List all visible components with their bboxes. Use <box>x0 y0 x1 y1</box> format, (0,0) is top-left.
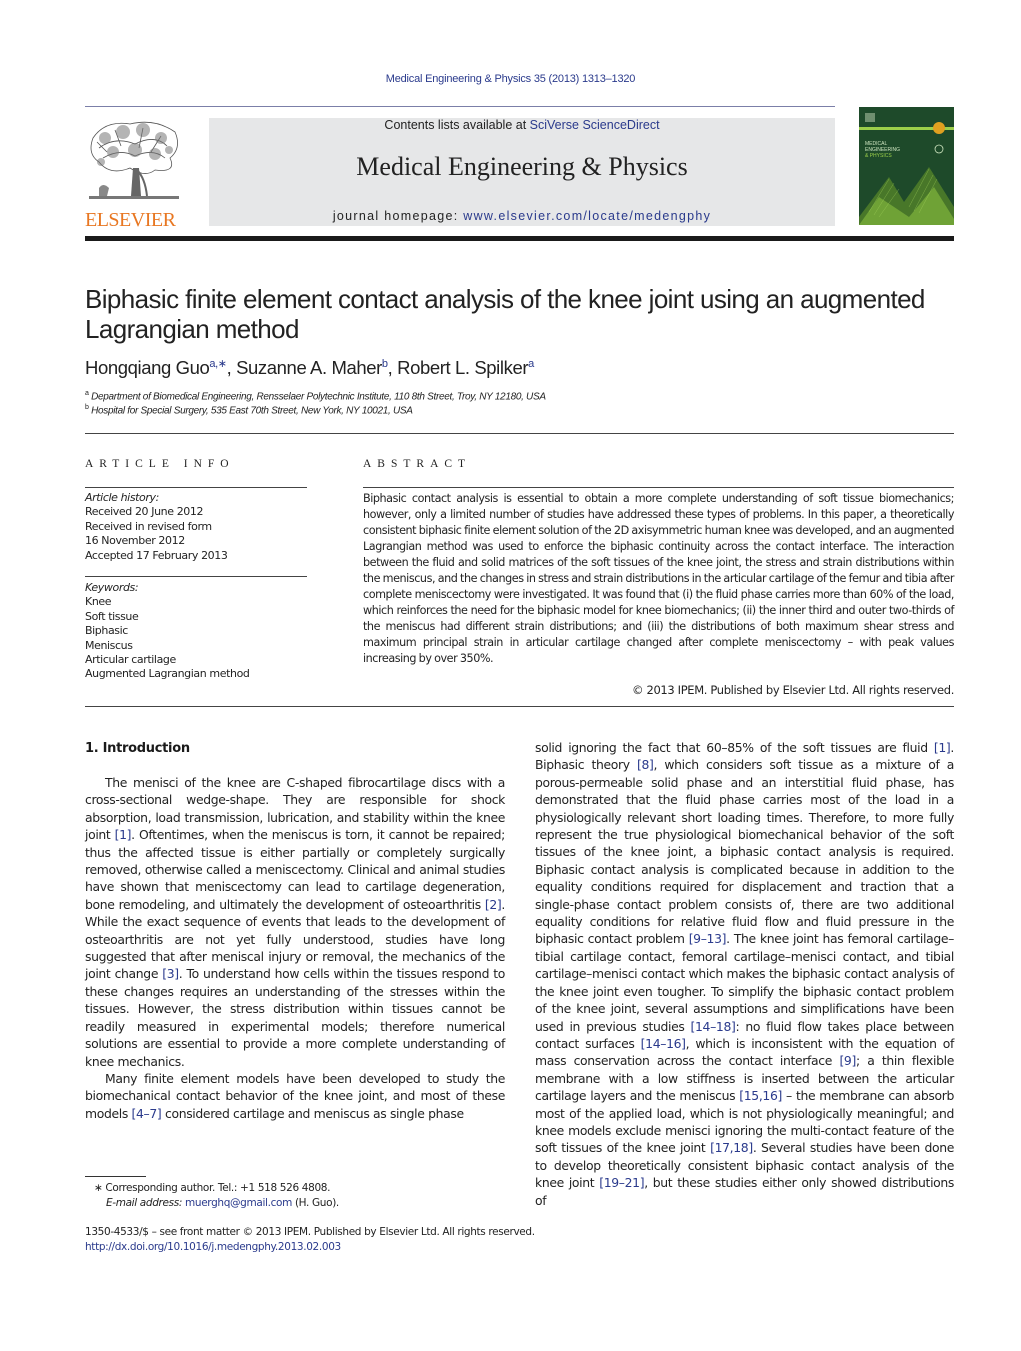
footnotes: ∗ Corresponding author. Tel.: +1 518 526… <box>85 1181 525 1211</box>
elsevier-tree-icon <box>85 118 183 206</box>
doi-link[interactable]: http://dx.doi.org/10.1016/j.medengphy.20… <box>85 1240 585 1255</box>
keyword-item: Soft tissue <box>85 609 139 623</box>
keywords-label: Keywords: <box>85 581 139 594</box>
citation-link[interactable]: [14–16] <box>641 1036 686 1051</box>
body-column-right: solid ignoring the fact that 60–85% of t… <box>535 739 954 1209</box>
keyword-item: Meniscus <box>85 638 133 652</box>
email-link[interactable]: muerghq@gmail.com <box>185 1197 292 1209</box>
abstract-copyright: © 2013 IPEM. Published by Elsevier Ltd. … <box>632 683 954 697</box>
affiliation-mark: a <box>85 390 89 397</box>
author-marks[interactable]: b <box>382 358 388 370</box>
citation-link[interactable]: [14–18] <box>691 1019 736 1034</box>
header-divider <box>85 106 835 107</box>
citation-link[interactable]: [8] <box>637 757 654 772</box>
contents-prefix: Contents lists available at <box>384 118 530 132</box>
citation-link[interactable]: [1] <box>115 827 132 842</box>
affiliation-text: Department of Biomedical Engineering, Re… <box>91 391 546 403</box>
divider <box>85 576 307 577</box>
footnote-divider <box>85 1176 146 1177</box>
email-note: E-mail address: muerghq@gmail.com (H. Gu… <box>85 1196 525 1211</box>
paragraph-text: . Oftentimes, when the meniscus is torn,… <box>85 827 505 912</box>
paragraph: The menisci of the knee are C-shaped fib… <box>85 774 505 1070</box>
section-heading-introduction: 1. Introduction <box>85 741 190 756</box>
citation-link[interactable]: [2] <box>485 897 502 912</box>
citation-link[interactable]: [9] <box>839 1053 856 1068</box>
divider <box>363 487 954 488</box>
keywords: Keywords: Knee Soft tissue Biphasic Meni… <box>85 581 310 682</box>
paragraph-text: considered cartilage and meniscus as sin… <box>161 1105 464 1121</box>
affiliation-b: b Hospital for Special Surgery, 535 East… <box>85 404 413 416</box>
divider <box>85 433 954 434</box>
elsevier-logo[interactable]: ELSEVIER <box>85 118 185 231</box>
issn-line: 1350-4533/$ – see front matter © 2013 IP… <box>85 1226 535 1238</box>
history-item: Accepted 17 February 2013 <box>85 548 228 562</box>
citation-link[interactable]: [17,18] <box>710 1140 753 1155</box>
header-thick-divider <box>85 236 954 241</box>
author-marks[interactable]: a,∗ <box>209 358 227 370</box>
history-item: 16 November 2012 <box>85 534 185 548</box>
contents-line: Contents lists available at SciVerse Sci… <box>209 118 835 132</box>
divider <box>85 487 307 488</box>
cover-artwork-icon: MEDICAL ENGINEERING & PHYSICS <box>859 107 954 225</box>
paragraph-text: solid ignoring the fact that 60–85% of t… <box>535 740 934 755</box>
abstract-heading: ABSTRACT <box>363 458 472 470</box>
history-item: Received 20 June 2012 <box>85 505 204 519</box>
author-list: Hongqiang Guoa,∗, Suzanne A. Maherb, Rob… <box>85 357 534 379</box>
abstract-text: Biphasic contact analysis is essential t… <box>363 492 954 665</box>
citation-link[interactable]: [3] <box>162 966 179 981</box>
citation-link[interactable]: [19–21] <box>599 1175 644 1190</box>
journal-reference[interactable]: Medical Engineering & Physics 35 (2013) … <box>0 73 1021 85</box>
homepage-line: journal homepage: www.elsevier.com/locat… <box>209 209 835 223</box>
journal-cover-image[interactable]: MEDICAL ENGINEERING & PHYSICS <box>859 107 954 225</box>
author-name[interactable]: Suzanne A. Maher <box>236 357 382 378</box>
divider <box>85 706 954 707</box>
keyword-item: Articular cartilage <box>85 653 176 667</box>
affiliation-mark: b <box>85 404 89 411</box>
citation-link[interactable]: [15,16] <box>739 1088 782 1103</box>
author-marks[interactable]: a <box>528 358 534 370</box>
citation-link[interactable]: [9–13] <box>689 931 727 946</box>
article-history-label: Article history: <box>85 491 159 504</box>
paragraph-text: . To understand how cells within the tis… <box>85 966 505 1069</box>
article-info-heading: ARTICLE INFO <box>85 458 235 470</box>
svg-text:& PHYSICS: & PHYSICS <box>865 153 892 159</box>
affiliation-text: Hospital for Special Surgery, 535 East 7… <box>91 405 413 417</box>
homepage-prefix: journal homepage: <box>332 209 464 223</box>
email-suffix: (H. Guo). <box>291 1197 339 1209</box>
paragraph-text: , which considers soft tissue as a mixtu… <box>535 757 954 947</box>
elsevier-wordmark: ELSEVIER <box>85 209 176 231</box>
keyword-item: Knee <box>85 595 112 609</box>
journal-masthead: Contents lists available at SciVerse Sci… <box>209 118 835 226</box>
article-history: Article history: Received 20 June 2012 R… <box>85 491 310 563</box>
paragraph: solid ignoring the fact that 60–85% of t… <box>535 739 954 1209</box>
author-name[interactable]: Hongqiang Guo <box>85 357 210 378</box>
sciencedirect-link[interactable]: SciVerse ScienceDirect <box>530 118 660 132</box>
journal-homepage-link[interactable]: www.elsevier.com/locate/medengphy <box>463 209 711 223</box>
front-matter: 1350-4533/$ – see front matter © 2013 IP… <box>85 1225 585 1255</box>
citation-link[interactable]: [4–7] <box>132 1106 162 1121</box>
affiliation-a: a Department of Biomedical Engineering, … <box>85 390 546 402</box>
email-label: E-mail address: <box>106 1197 186 1209</box>
body-column-left: The menisci of the knee are C-shaped fib… <box>85 774 505 1122</box>
keyword-item: Biphasic <box>85 624 128 638</box>
history-item: Received in revised form <box>85 519 212 533</box>
article-title: Biphasic finite element contact analysis… <box>85 284 925 344</box>
author-name[interactable]: Robert L. Spilker <box>397 357 528 378</box>
paragraph: Many finite element models have been dev… <box>85 1070 505 1122</box>
corresponding-author-note: ∗ Corresponding author. Tel.: +1 518 526… <box>94 1182 331 1194</box>
keyword-item: Augmented Lagrangian method <box>85 667 250 681</box>
journal-title: Medical Engineering & Physics <box>356 152 688 181</box>
citation-link[interactable]: [1] <box>934 740 951 755</box>
